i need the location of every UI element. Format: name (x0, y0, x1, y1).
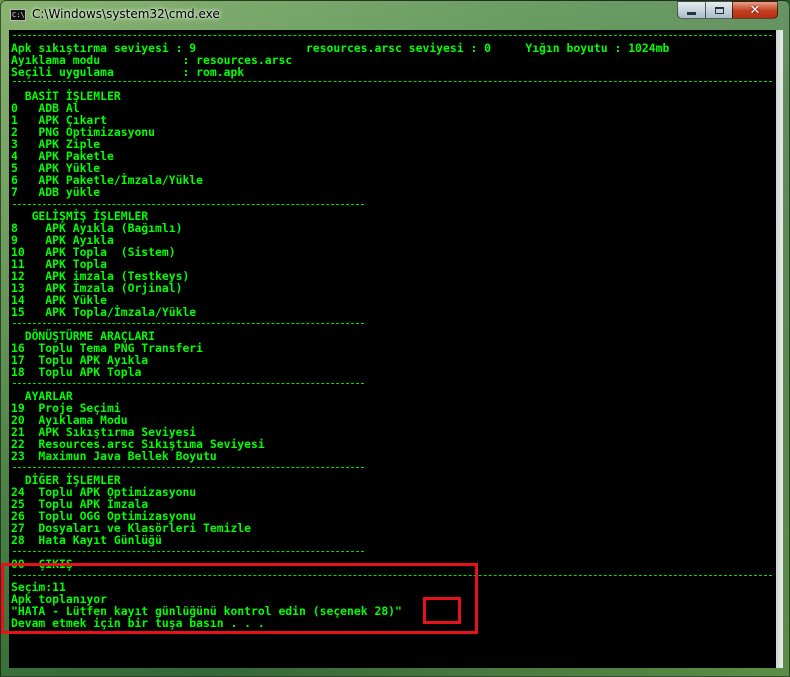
highlight-box-output (1, 563, 478, 634)
maximize-icon (714, 6, 724, 14)
separator (13, 467, 364, 468)
separator (13, 35, 772, 36)
menu-item: 28 Hata Kayıt Günlüğü (11, 533, 162, 547)
separator (13, 204, 364, 205)
menu-item: 23 Maximun Java Bellek Boyutu (11, 449, 217, 463)
minimize-button[interactable] (677, 1, 706, 19)
menu-item: 15 APK Topla/İmzala/Yükle (11, 305, 197, 319)
separator (13, 383, 364, 384)
cmd-app-icon[interactable]: C:\ (10, 9, 26, 21)
separator (13, 551, 364, 552)
highlight-box-option-number (423, 597, 461, 624)
header-selected-app-line: Seçili uygulama : rom.apk (11, 65, 245, 79)
maximize-button[interactable] (705, 1, 733, 19)
window-title: C:\Windows\system32\cmd.exe (32, 7, 220, 21)
title-bar[interactable]: C:\ C:\Windows\system32\cmd.exe (1, 1, 789, 29)
menu-item: 7 ADB yükle (11, 185, 101, 199)
minimize-icon (687, 11, 696, 15)
vertical-scrollbar[interactable] (776, 30, 783, 668)
separator (13, 323, 364, 324)
separator (13, 81, 772, 82)
close-icon: ✕ (749, 2, 761, 18)
close-button[interactable]: ✕ (732, 1, 778, 19)
menu-item: 18 Toplu APK Topla (11, 365, 142, 379)
